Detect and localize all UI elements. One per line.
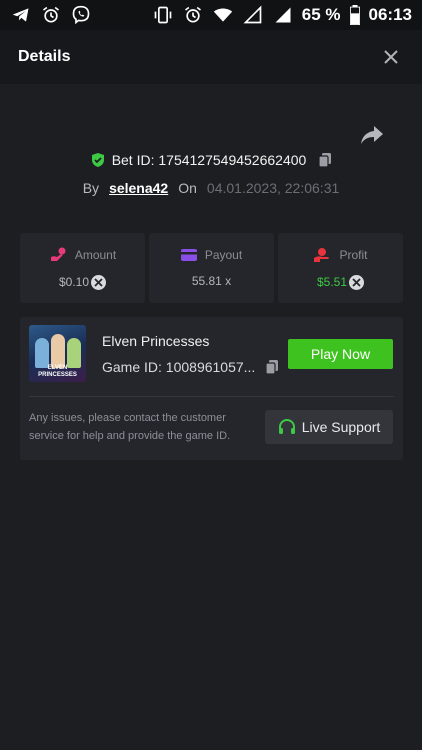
signal-icon	[272, 4, 294, 26]
game-id: Game ID: 1008961057...	[102, 359, 256, 375]
copy-icon[interactable]	[265, 359, 279, 375]
close-button[interactable]	[378, 44, 404, 70]
username-link[interactable]: selena42	[109, 180, 168, 196]
payout-label: Payout	[204, 248, 243, 262]
game-thumbnail[interactable]: ELVEN PRINCESSES	[29, 325, 86, 382]
stat-amount: Amount $0.10	[20, 233, 145, 303]
close-icon	[384, 50, 398, 64]
bet-by-row: By selena42 On 04.01.2023, 22:06:31	[0, 180, 422, 196]
bet-stats: Amount $0.10 Payout 55.81 x Profit $5.51	[20, 233, 403, 303]
amount-value: $0.10	[58, 275, 90, 289]
headset-icon	[278, 419, 295, 434]
x-icon	[352, 277, 361, 287]
battery-percent: 65 %	[301, 5, 341, 24]
alarm-icon	[182, 4, 204, 26]
game-card: ELVEN PRINCESSES Elven Princesses Game I…	[20, 317, 403, 460]
vibrate-icon	[152, 4, 174, 26]
coins-icon	[50, 247, 66, 261]
x-icon	[94, 277, 103, 287]
telegram-icon	[10, 4, 32, 26]
support-hint: Any issues, please contact the customer …	[29, 412, 231, 442]
details-header: Details	[0, 30, 422, 84]
game-id-row: Game ID: 1008961057...	[102, 359, 279, 375]
signal-empty-icon	[242, 4, 264, 26]
thumbnail-logo-line1: ELVEN	[47, 365, 68, 371]
status-bar: 65 % 06:13	[0, 0, 422, 30]
by-label: By	[82, 180, 100, 196]
amount-label: Amount	[74, 247, 117, 262]
share-icon	[361, 126, 383, 144]
share-button[interactable]	[360, 125, 386, 147]
clock: 06:13	[368, 5, 412, 24]
copy-icon[interactable]	[318, 152, 332, 168]
alarm-icon	[40, 4, 62, 26]
play-now-button[interactable]: Play Now	[288, 339, 393, 369]
on-label: On	[178, 180, 197, 196]
page-title: Details	[18, 48, 71, 65]
battery-icon	[349, 4, 361, 26]
stat-payout: Payout 55.81 x	[149, 233, 274, 303]
wifi-icon	[212, 4, 234, 26]
bet-date: 04.01.2023, 22:06:31	[206, 180, 340, 196]
currency-x-badge[interactable]	[91, 274, 107, 290]
bet-id-row: Bet ID: 1754127549452662400	[0, 152, 422, 168]
shield-check-icon	[91, 153, 104, 167]
hand-coin-icon	[314, 247, 330, 262]
payout-value: 55.81 x	[191, 274, 232, 288]
bet-id: Bet ID: 1754127549452662400	[111, 152, 307, 168]
live-support-label: Live Support	[301, 419, 381, 435]
profit-label: Profit	[339, 247, 368, 262]
profit-value: $5.51	[316, 275, 348, 289]
divider	[29, 396, 394, 397]
viber-icon	[70, 4, 92, 26]
currency-x-badge[interactable]	[349, 274, 365, 290]
game-name: Elven Princesses	[102, 333, 210, 349]
card-icon	[180, 249, 197, 261]
live-support-button[interactable]: Live Support	[265, 410, 393, 444]
thumbnail-logo-line2: PRINCESSES	[38, 372, 77, 378]
stat-profit: Profit $5.51	[278, 233, 403, 303]
